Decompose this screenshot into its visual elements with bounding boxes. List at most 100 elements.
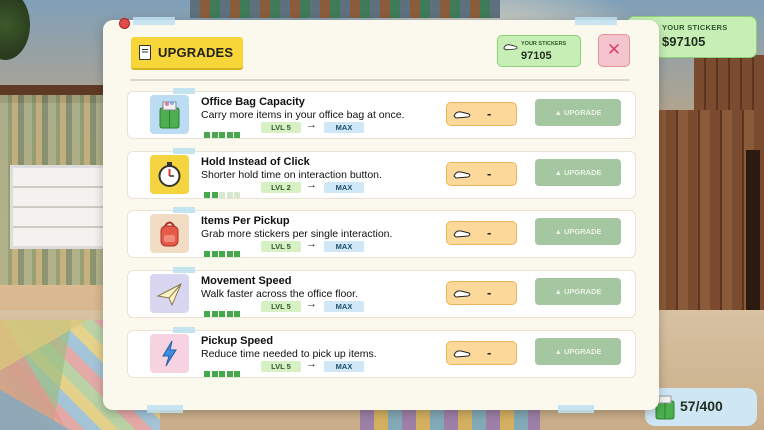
level-pip	[211, 311, 218, 317]
upgrades-panel: UPGRADES YOUR STICKERS 97105 ✕ Office Ba…	[103, 17, 659, 413]
arrow-right-icon: →	[306, 298, 317, 310]
level-pip	[226, 371, 233, 377]
level-pip	[219, 311, 225, 317]
current-level-badge: LVL 5	[261, 241, 301, 252]
panel-stickers-value: 97105	[521, 50, 552, 62]
next-level-badge: MAX	[324, 361, 364, 372]
level-pip	[226, 132, 233, 138]
level-progress	[204, 364, 242, 377]
hud-stickers-label: YOUR STICKERS	[662, 23, 728, 32]
level-pip	[204, 251, 210, 257]
upgrade-description: Reduce time needed to pick up items.	[201, 348, 377, 360]
upgrade-row: Hold Instead of Click Shorter hold time …	[127, 148, 636, 199]
level-pip	[234, 132, 240, 138]
tape-strip	[173, 148, 195, 154]
upgrade-button[interactable]: ▲ UPGRADE	[535, 338, 621, 365]
lightning-icon	[150, 334, 189, 373]
next-level-badge: MAX	[324, 182, 364, 193]
garage-door	[10, 165, 111, 249]
upgrade-cost: -	[446, 281, 517, 305]
level-pip	[234, 192, 240, 198]
upgrade-cost: -	[446, 341, 517, 365]
arrow-right-icon: →	[306, 238, 317, 250]
cost-value: -	[487, 345, 492, 360]
next-level-badge: MAX	[324, 301, 364, 312]
hud-bag-value: 57/400	[680, 398, 723, 414]
sticker-slipper-icon	[503, 44, 518, 51]
next-level-badge: MAX	[324, 241, 364, 252]
cost-value: -	[487, 225, 492, 240]
hud-bag-counter: 57/400	[645, 388, 757, 426]
level-pip	[211, 251, 218, 257]
document-icon	[139, 45, 151, 60]
upgrade-name: Office Bag Capacity	[201, 96, 305, 108]
sticker-slipper-icon	[453, 171, 471, 179]
level-pip	[211, 192, 218, 198]
paper-plane-icon	[150, 274, 189, 313]
upgrade-cost: -	[446, 162, 517, 186]
arrow-right-icon: →	[306, 119, 317, 131]
level-pip	[226, 311, 233, 317]
tape-strip	[558, 405, 594, 413]
level-pip	[204, 132, 210, 138]
tape-strip	[173, 88, 195, 94]
close-button[interactable]: ✕	[598, 34, 630, 67]
level-pip	[226, 251, 233, 257]
current-level-badge: LVL 2	[261, 182, 301, 193]
current-level-badge: LVL 5	[261, 122, 301, 133]
level-pip	[211, 132, 218, 138]
upgrade-description: Carry more items in your office bag at o…	[201, 109, 405, 121]
level-pip	[234, 251, 240, 257]
cost-value: -	[487, 166, 492, 181]
upgrade-row: Movement Speed Walk faster across the of…	[127, 267, 636, 318]
upgrade-button[interactable]: ▲ UPGRADE	[535, 218, 621, 245]
level-pip	[219, 192, 225, 198]
level-progress	[204, 304, 242, 317]
level-pip	[219, 132, 225, 138]
arrow-right-icon: →	[306, 358, 317, 370]
backpack-icon	[150, 214, 189, 253]
upgrade-description: Walk faster across the office floor.	[201, 288, 358, 300]
sticker-slipper-icon	[453, 230, 471, 238]
level-pip	[204, 371, 210, 377]
divider	[130, 79, 629, 81]
current-level-badge: LVL 5	[261, 361, 301, 372]
cost-value: -	[487, 285, 492, 300]
level-pip	[204, 192, 210, 198]
sticker-slipper-icon	[453, 290, 471, 298]
panel-title-badge: UPGRADES	[131, 37, 243, 68]
panel-title: UPGRADES	[158, 45, 234, 60]
upgrade-name: Items Per Pickup	[201, 215, 290, 227]
close-icon: ✕	[606, 40, 622, 59]
current-level-badge: LVL 5	[261, 301, 301, 312]
upgrade-name: Movement Speed	[201, 275, 292, 287]
upgrade-button[interactable]: ▲ UPGRADE	[535, 278, 621, 305]
arrow-right-icon: →	[306, 179, 317, 191]
level-pip	[234, 311, 240, 317]
level-progress	[204, 185, 242, 198]
stopwatch-icon	[150, 155, 189, 194]
tape-strip	[575, 17, 617, 25]
upgrade-row: Office Bag Capacity Carry more items in …	[127, 88, 636, 139]
tape-strip	[173, 267, 195, 273]
level-pip	[234, 371, 240, 377]
upgrade-button[interactable]: ▲ UPGRADE	[535, 159, 621, 186]
upgrade-name: Pickup Speed	[201, 335, 274, 347]
fence-post	[746, 150, 760, 320]
level-pip	[219, 251, 225, 257]
ground-sticker-strip	[360, 410, 540, 430]
level-pip	[211, 371, 218, 377]
tape-strip	[173, 207, 195, 213]
upgrade-row: Pickup Speed Reduce time needed to pick …	[127, 327, 636, 378]
tape-strip	[133, 17, 175, 25]
sticker-slipper-icon	[453, 350, 471, 358]
upgrade-button[interactable]: ▲ UPGRADE	[535, 99, 621, 126]
next-level-badge: MAX	[324, 122, 364, 133]
sticker-slipper-icon	[453, 111, 471, 119]
palm-tree	[0, 0, 30, 60]
level-pip	[226, 192, 233, 198]
green-bag-icon	[150, 95, 189, 134]
roof-edge	[190, 0, 500, 18]
upgrade-cost: -	[446, 102, 517, 126]
panel-stickers-counter: YOUR STICKERS 97105	[497, 35, 581, 67]
